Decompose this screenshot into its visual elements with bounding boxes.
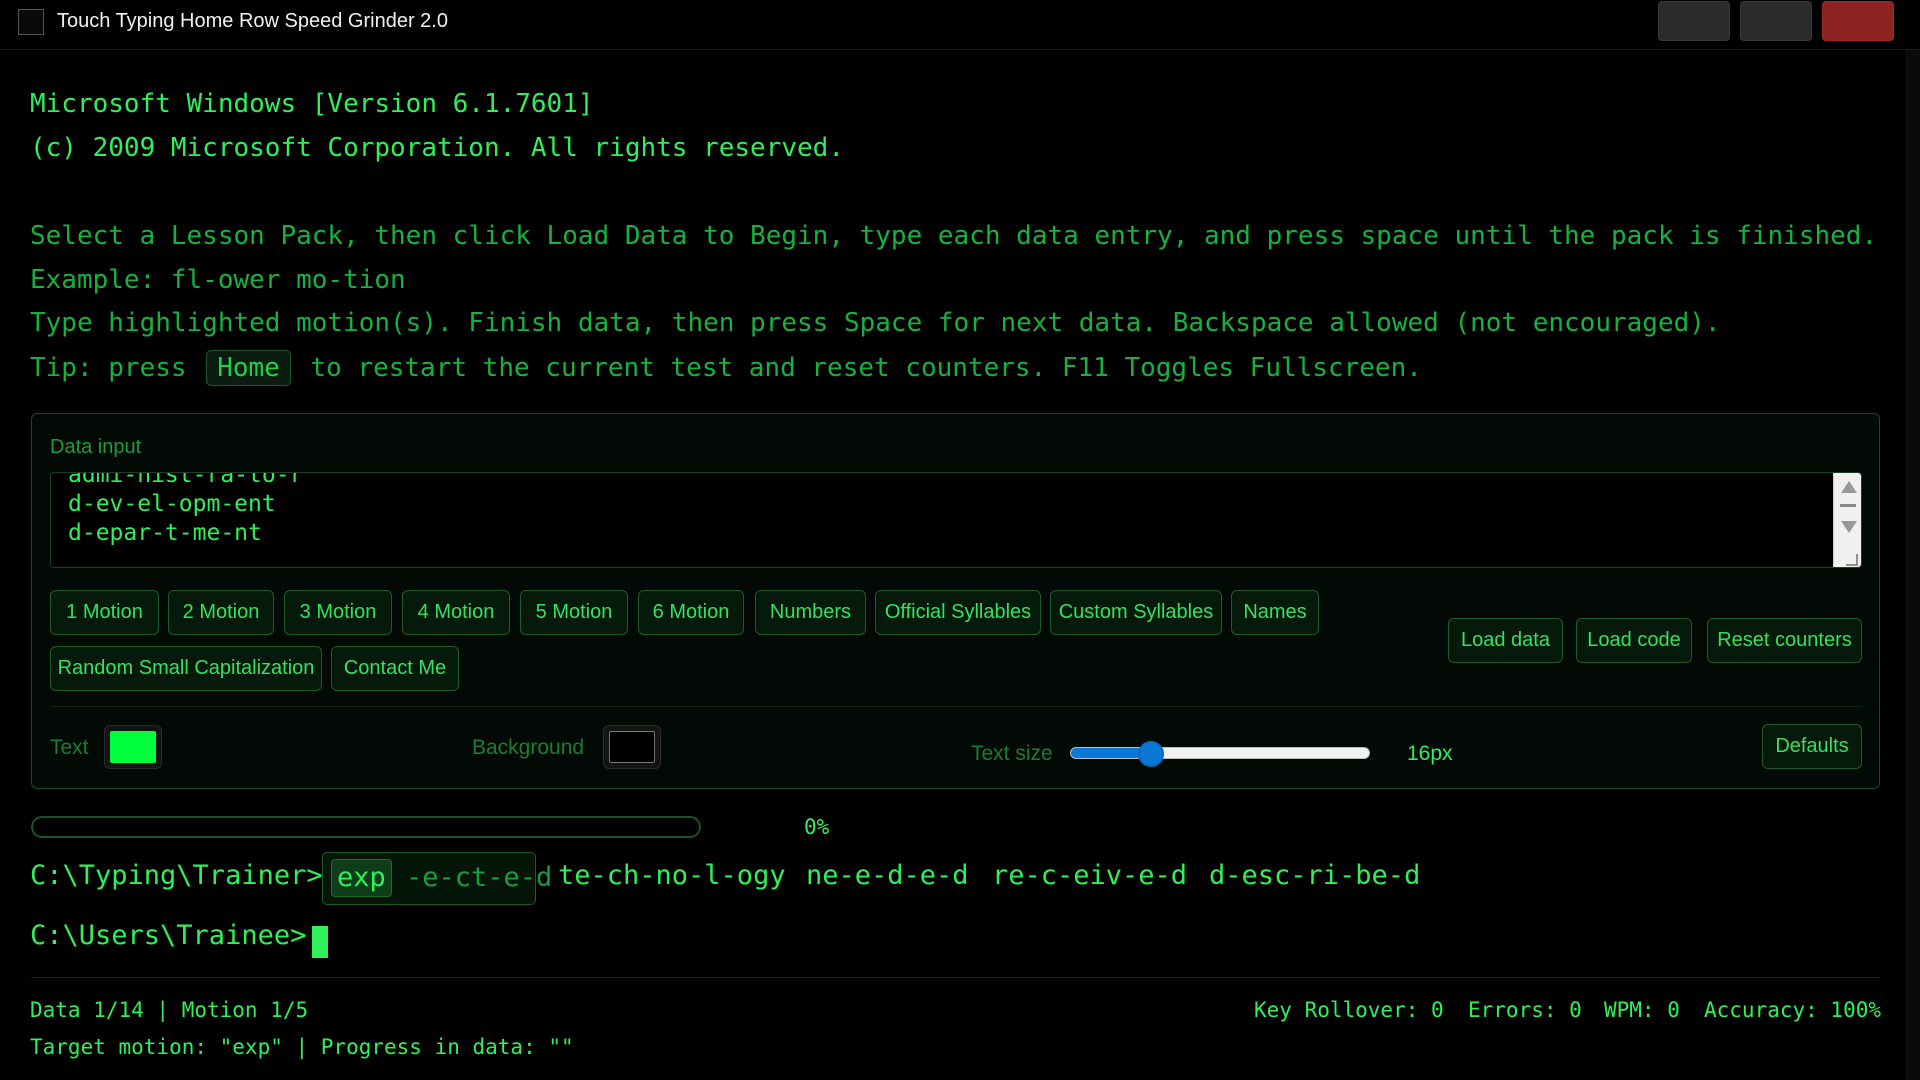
text-size-slider[interactable] (1070, 747, 1370, 759)
instruction-tip: Tip: press Home to restart the current t… (30, 350, 1422, 386)
tip-prefix: Tip: press (30, 353, 187, 383)
data-input-scrollbar[interactable] (1833, 473, 1861, 567)
text-color-swatch (110, 731, 156, 763)
console-copyright-line: (c) 2009 Microsoft Corporation. All righ… (30, 133, 844, 163)
text-size-slider-thumb[interactable] (1138, 741, 1164, 767)
typing-cursor[interactable] (312, 926, 328, 958)
status-wpm: WPM: 0 (1604, 998, 1680, 1022)
status-data-motion: Data 1/14 | Motion 1/5 (30, 998, 309, 1022)
text-color-picker[interactable] (104, 725, 162, 769)
text-color-label: Text (50, 736, 89, 759)
load-code-button[interactable]: Load code (1576, 618, 1692, 663)
background-color-label: Background (472, 736, 585, 759)
lesson-4-motion-button[interactable]: 4 Motion (402, 590, 510, 635)
lesson-2-motion-button[interactable]: 2 Motion (168, 590, 274, 635)
data-input-content: admi-nist-ra-to-r d-ev-el-opm-ent d-epar-t… (68, 472, 304, 548)
settings-panel: Data input admi-nist-ra-to-r d-ev-el-opm-… (31, 413, 1880, 789)
lesson-progress-bar (31, 816, 701, 838)
data-input-label: Data input (50, 436, 142, 458)
upcoming-word: re-c-eiv-e-d (992, 860, 1188, 891)
lesson-names-button[interactable]: Names (1231, 590, 1319, 635)
lesson-official-syllables-button[interactable]: Official Syllables (875, 590, 1041, 635)
upcoming-word: te-ch-no-l-ogy (558, 860, 786, 891)
tip-suffix: to restart the current test and reset co… (310, 353, 1422, 383)
background-color-swatch (609, 731, 655, 763)
status-target-motion: Target motion: "exp" | Progress in data:… (30, 1035, 574, 1059)
lesson-5-motion-button[interactable]: 5 Motion (520, 590, 628, 635)
lesson-progress-percent: 0% (804, 815, 830, 839)
scroll-down-icon[interactable] (1841, 521, 1857, 533)
home-key-badge: Home (206, 350, 291, 386)
upcoming-word: ne-e-d-e-d (806, 860, 969, 891)
panel-divider (50, 706, 1862, 707)
lesson-custom-syllables-button[interactable]: Custom Syllables (1050, 590, 1222, 635)
status-accuracy: Accuracy: 100% (1704, 998, 1882, 1022)
app-icon (18, 9, 44, 35)
instruction-type: Type highlighted motion(s). Finish data,… (30, 308, 1721, 338)
lesson-6-motion-button[interactable]: 6 Motion (638, 590, 744, 635)
data-input-textarea[interactable]: admi-nist-ra-to-r d-ev-el-opm-ent d-epar-t… (50, 472, 1862, 568)
title-bar: Touch Typing Home Row Speed Grinder 2.0 (0, 0, 1920, 50)
status-divider (31, 977, 1880, 978)
random-small-capitalization-button[interactable]: Random Small Capitalization (50, 646, 322, 691)
close-button[interactable] (1822, 1, 1894, 41)
upcoming-word: d-esc-ri-be-d (1209, 860, 1421, 891)
status-errors: Errors: 0 (1468, 998, 1582, 1022)
contact-me-button[interactable]: Contact Me (331, 646, 459, 691)
load-data-button[interactable]: Load data (1448, 618, 1563, 663)
data-line: admi-nist-ra-to-r (68, 472, 304, 488)
background-color-picker[interactable] (603, 725, 661, 769)
lesson-1-motion-button[interactable]: 1 Motion (50, 590, 159, 635)
data-line: d-epar-t-me-nt (68, 520, 262, 546)
defaults-button[interactable]: Defaults (1762, 724, 1862, 769)
window-title: Touch Typing Home Row Speed Grinder 2.0 (57, 10, 448, 32)
text-size-value: 16px (1407, 742, 1453, 765)
instruction-select: Select a Lesson Pack, then click Load Da… (30, 221, 1878, 251)
minimize-button[interactable] (1658, 1, 1730, 41)
window-scrollbar[interactable] (1906, 50, 1920, 1080)
status-key-rollover: Key Rollover: 0 (1254, 998, 1444, 1022)
current-word: exp -e-ct-e-d (322, 852, 552, 905)
instruction-example: Example: fl-ower mo-tion (30, 265, 406, 295)
scroll-up-icon[interactable] (1841, 481, 1857, 493)
console-version-line: Microsoft Windows [Version 6.1.7601] (30, 89, 594, 119)
reset-counters-button[interactable]: Reset counters (1707, 618, 1862, 663)
scroll-thumb[interactable] (1840, 504, 1856, 507)
lesson-numbers-button[interactable]: Numbers (755, 590, 866, 635)
input-prompt: C:\Users\Trainee> (30, 920, 307, 951)
trainer-prompt: C:\Typing\Trainer> (30, 860, 323, 891)
current-motion-highlight: exp (331, 859, 392, 897)
text-size-label: Text size (971, 742, 1053, 765)
resize-grip-icon[interactable] (1846, 554, 1858, 566)
data-line: d-ev-el-opm-ent (68, 491, 276, 517)
lesson-3-motion-button[interactable]: 3 Motion (284, 590, 392, 635)
current-word-remainder: -e-ct-e-d (406, 862, 553, 893)
maximize-button[interactable] (1740, 1, 1812, 41)
